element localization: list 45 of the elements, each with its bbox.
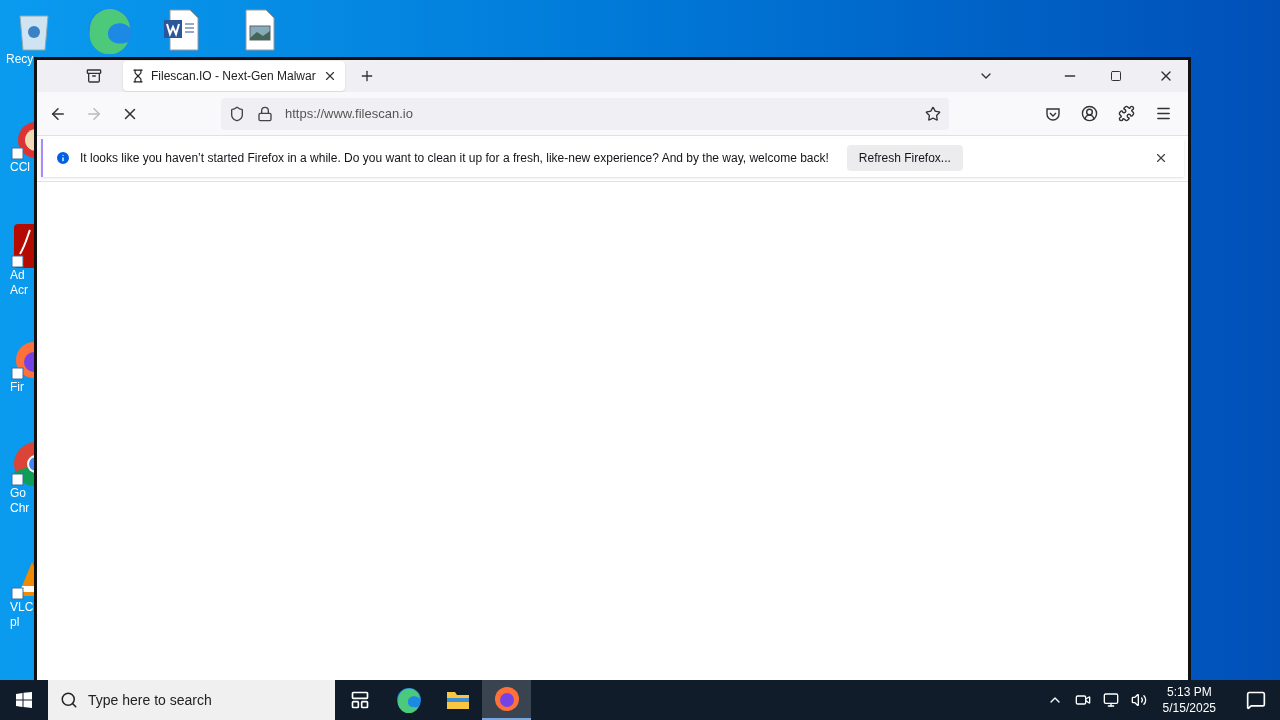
bookmark-star-icon[interactable]	[925, 105, 941, 122]
shield-icon[interactable]	[229, 105, 245, 122]
refresh-firefox-button[interactable]: Refresh Firefox...	[846, 145, 963, 171]
tab-title: Filescan.IO - Next-Gen Malwar	[151, 68, 317, 85]
notification-message: It looks like you haven’t started Firefox in a while. Do you want to clean it up for a fresh, like-new experience? And by the way, welcome back!	[80, 150, 829, 167]
document-icon[interactable]	[162, 8, 202, 52]
desktop-icon-label[interactable]: Ad	[10, 268, 25, 283]
new-tab-icon[interactable]	[359, 68, 375, 84]
desktop-icon-label[interactable]: Go	[10, 486, 26, 501]
windows-start-icon[interactable]	[16, 692, 32, 708]
image-file-icon[interactable]	[242, 8, 278, 52]
close-notification-icon[interactable]	[1154, 151, 1168, 165]
edge-icon[interactable]	[395, 687, 422, 713]
desktop-icon-label[interactable]: Chr	[10, 501, 30, 516]
url-text: https://www.filescan.io	[285, 104, 414, 123]
desktop-icon-label[interactable]: CCl	[10, 160, 30, 175]
desktop-icon-label[interactable]: pl	[10, 615, 20, 630]
task-view-icon[interactable]	[349, 690, 370, 710]
info-icon	[55, 150, 71, 166]
acrobat-icon[interactable]	[10, 224, 34, 268]
maximize-icon[interactable]	[1110, 70, 1122, 82]
network-icon[interactable]	[1102, 692, 1119, 708]
lock-icon[interactable]	[257, 105, 273, 122]
search-placeholder: Type here to search	[88, 690, 212, 710]
desktop-icon-label[interactable]: Acr	[10, 283, 28, 298]
account-icon[interactable]	[1081, 105, 1098, 122]
close-tab-icon[interactable]	[323, 69, 337, 83]
desktop-icon-label[interactable]: Recy	[6, 52, 34, 67]
pocket-icon[interactable]	[1045, 105, 1061, 122]
firefox-icon[interactable]	[493, 686, 520, 712]
address-bar[interactable]: https://www.filescan.io	[221, 97, 949, 130]
search-icon	[60, 691, 78, 709]
menu-icon[interactable]	[1155, 105, 1172, 122]
browser-tab[interactable]: Filescan.IO - Next-Gen Malwar	[123, 61, 345, 91]
clock-time: 5:13 PM	[1166, 684, 1212, 700]
extensions-icon[interactable]	[1118, 105, 1135, 122]
clock-date: 5/15/2025	[1162, 700, 1216, 716]
desktop-icon-label[interactable]: Fir	[10, 380, 24, 395]
clock[interactable]: 5:13 PM 5/15/2025	[1158, 684, 1220, 716]
desktop-icon-label[interactable]: VLC	[10, 600, 34, 615]
search-field[interactable]: Type here to search	[48, 680, 335, 720]
notifications-icon[interactable]	[1246, 690, 1266, 710]
folder-icon[interactable]	[445, 689, 470, 711]
meet-now-icon[interactable]	[1074, 692, 1091, 708]
volume-icon[interactable]	[1130, 692, 1147, 708]
